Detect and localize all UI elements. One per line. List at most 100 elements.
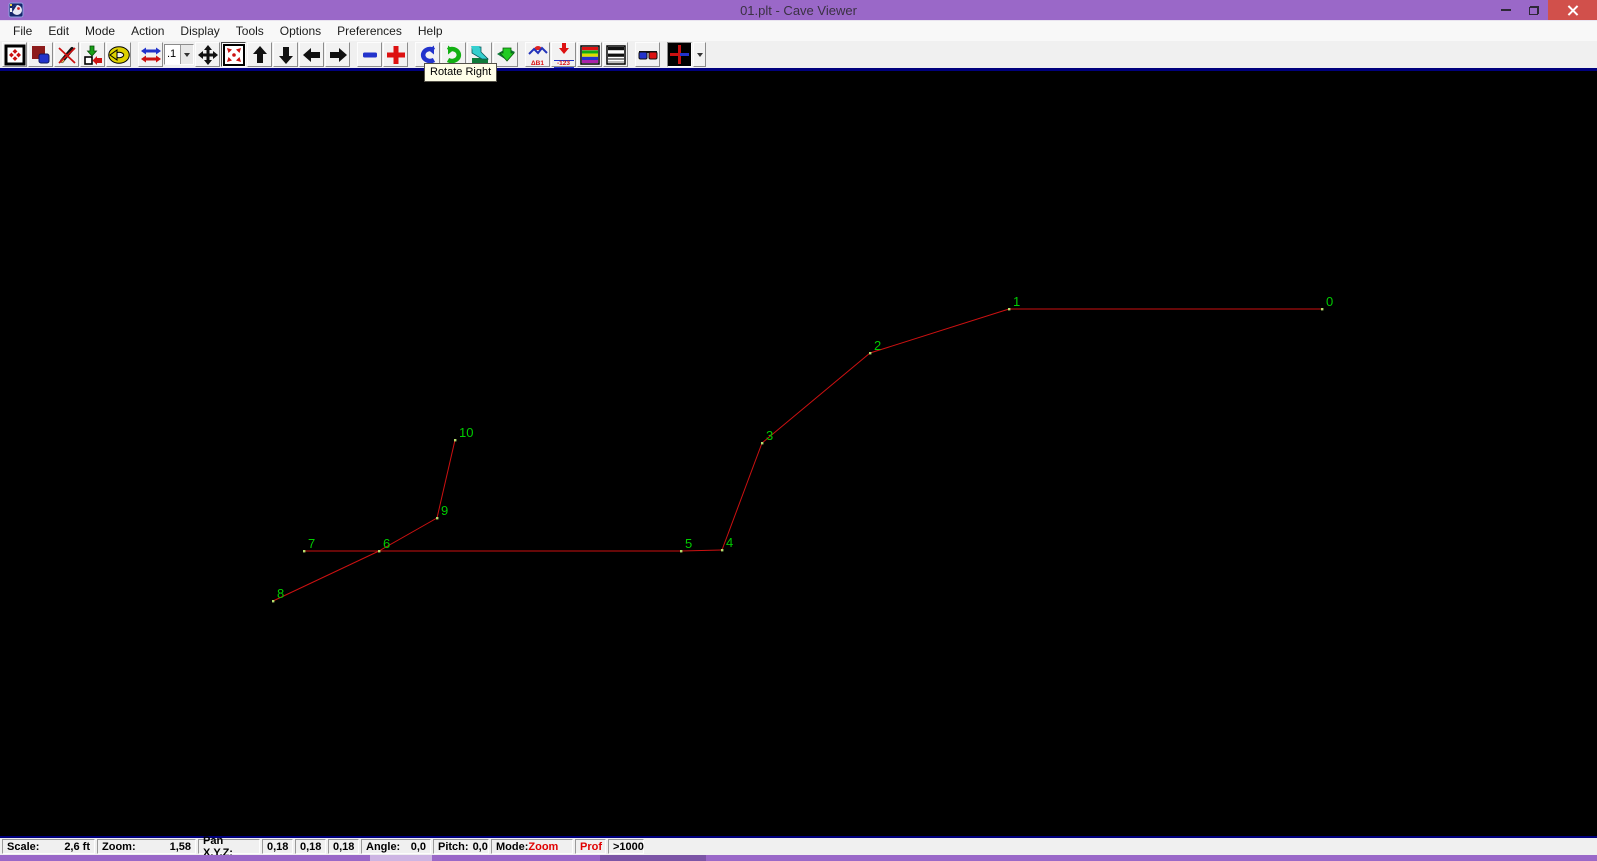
scale-value: 2,6 ft <box>64 841 90 853</box>
menu-item-file[interactable]: File <box>5 21 40 41</box>
station-label: 1 <box>1013 294 1020 309</box>
minus123-label: -123 <box>554 60 574 68</box>
refresh-button[interactable] <box>106 42 131 67</box>
station-label: 9 <box>441 503 448 518</box>
app-window: 01.plt - Cave Viewer FileEditModeActionD… <box>0 0 1597 861</box>
status-pan-y: 0,18 <box>295 839 326 854</box>
status-scale: Scale: 2,6 ft <box>2 839 95 854</box>
close-icon <box>1567 5 1578 16</box>
app-icon <box>8 2 24 18</box>
status-zoom: Zoom: 1,58 <box>97 839 196 854</box>
station-marker <box>680 550 682 552</box>
move-down-button[interactable] <box>273 42 298 67</box>
menu-bar: FileEditModeActionDisplayToolsOptionsPre… <box>0 21 1597 41</box>
station-marker <box>869 352 871 354</box>
right-arrow-icon <box>327 44 349 66</box>
status-pitch: Pitch: 0,0 <box>433 839 489 854</box>
status-profile: Prof <box>575 839 606 854</box>
angle-label: Angle: <box>366 841 400 853</box>
menu-item-action[interactable]: Action <box>123 21 172 41</box>
station-marker <box>1008 308 1010 310</box>
bottom-strip <box>0 855 1597 861</box>
station-marker <box>436 517 438 519</box>
plot-canvas[interactable]: 012345678910 <box>0 71 1597 836</box>
status-bar: Scale: 2,6 ft Zoom: 1,58 Pan X,Y,Z: 0,18… <box>0 838 1597 855</box>
mode-value: Zoom <box>528 841 558 853</box>
angle-value: 0,0 <box>411 841 426 853</box>
station-marker <box>1321 308 1323 310</box>
survey-shot <box>870 309 1009 353</box>
no-edit-button[interactable] <box>54 42 79 67</box>
station-label: 10 <box>459 425 473 440</box>
menu-item-mode[interactable]: Mode <box>77 21 123 41</box>
bottom-strip-light <box>370 855 432 861</box>
depth-value: >1000 <box>613 841 644 853</box>
grayscale-bands-button[interactable] <box>603 42 628 67</box>
menu-item-edit[interactable]: Edit <box>40 21 77 41</box>
status-pan-z: 0,18 <box>328 839 359 854</box>
station-marker <box>761 442 763 444</box>
pan-x-value: 0,18 <box>267 841 288 853</box>
restore-button[interactable] <box>1520 0 1548 20</box>
cave-plot: 012345678910 <box>0 71 1597 836</box>
plus-icon <box>385 44 407 66</box>
menu-item-preferences[interactable]: Preferences <box>329 21 410 41</box>
zoom-label: Zoom: <box>102 841 136 853</box>
status-angle: Angle: 0,0 <box>361 839 431 854</box>
zoom-out-button[interactable] <box>357 42 382 67</box>
minimize-button[interactable] <box>1492 0 1520 20</box>
pan-z-value: 0,18 <box>333 841 354 853</box>
menu-item-options[interactable]: Options <box>272 21 329 41</box>
toolbar: .1 <box>0 41 1597 68</box>
station-marker <box>303 550 305 552</box>
no-edit-icon <box>56 44 78 66</box>
survey-shot <box>273 551 379 601</box>
anaglyph-button[interactable] <box>635 42 660 67</box>
down-arrow-icon <box>275 44 297 66</box>
station-label: 6 <box>383 536 390 551</box>
zoom-in-button[interactable] <box>383 42 408 67</box>
center-icon <box>223 44 245 66</box>
chevron-down-icon <box>697 53 703 57</box>
color-bands-button[interactable] <box>577 42 602 67</box>
reset-view-button[interactable] <box>2 42 27 67</box>
center-button[interactable] <box>221 42 246 67</box>
station-marker <box>272 600 274 602</box>
status-depth: >1000 <box>608 839 644 854</box>
station-marker <box>721 549 723 551</box>
station-marker <box>454 439 456 441</box>
menu-item-tools[interactable]: Tools <box>228 21 272 41</box>
step-dropdown-arrow[interactable] <box>180 45 193 64</box>
crosshair-dropdown-button[interactable] <box>693 42 706 67</box>
bottom-strip-dark <box>600 855 706 861</box>
status-pan-x: 0,18 <box>262 839 293 854</box>
anaglyph-icon <box>637 44 659 66</box>
title-bar: 01.plt - Cave Viewer <box>0 0 1597 20</box>
import-button[interactable] <box>80 42 105 67</box>
delta-b1-label: ΔB1 <box>528 61 548 67</box>
shapes-button[interactable] <box>28 42 53 67</box>
pan-button[interactable] <box>195 42 220 67</box>
depth-labels-button[interactable]: -123 <box>551 42 576 67</box>
move-right-button[interactable] <box>325 42 350 67</box>
station-label: 5 <box>685 536 692 551</box>
elevation-labels-button[interactable]: ΔB1 <box>525 42 550 67</box>
status-mode: Mode: Zoom <box>491 839 573 854</box>
station-label: 0 <box>1326 294 1333 309</box>
step-value: .1 <box>165 45 180 64</box>
window-title: 01.plt - Cave Viewer <box>0 3 1597 18</box>
refresh-icon <box>108 44 130 66</box>
step-dropdown[interactable]: .1 <box>164 44 194 65</box>
menu-item-display[interactable]: Display <box>172 21 227 41</box>
crosshair-button[interactable] <box>667 42 692 67</box>
survey-shot <box>722 443 762 550</box>
stretch-horizontal-button[interactable] <box>138 42 163 67</box>
close-button[interactable] <box>1548 0 1597 20</box>
pan-y-value: 0,18 <box>300 841 321 853</box>
station-label: 3 <box>766 428 773 443</box>
menu-item-help[interactable]: Help <box>410 21 451 41</box>
status-pan-label: Pan X,Y,Z: <box>198 839 260 854</box>
move-left-button[interactable] <box>299 42 324 67</box>
station-label: 4 <box>726 535 733 550</box>
move-up-button[interactable] <box>247 42 272 67</box>
